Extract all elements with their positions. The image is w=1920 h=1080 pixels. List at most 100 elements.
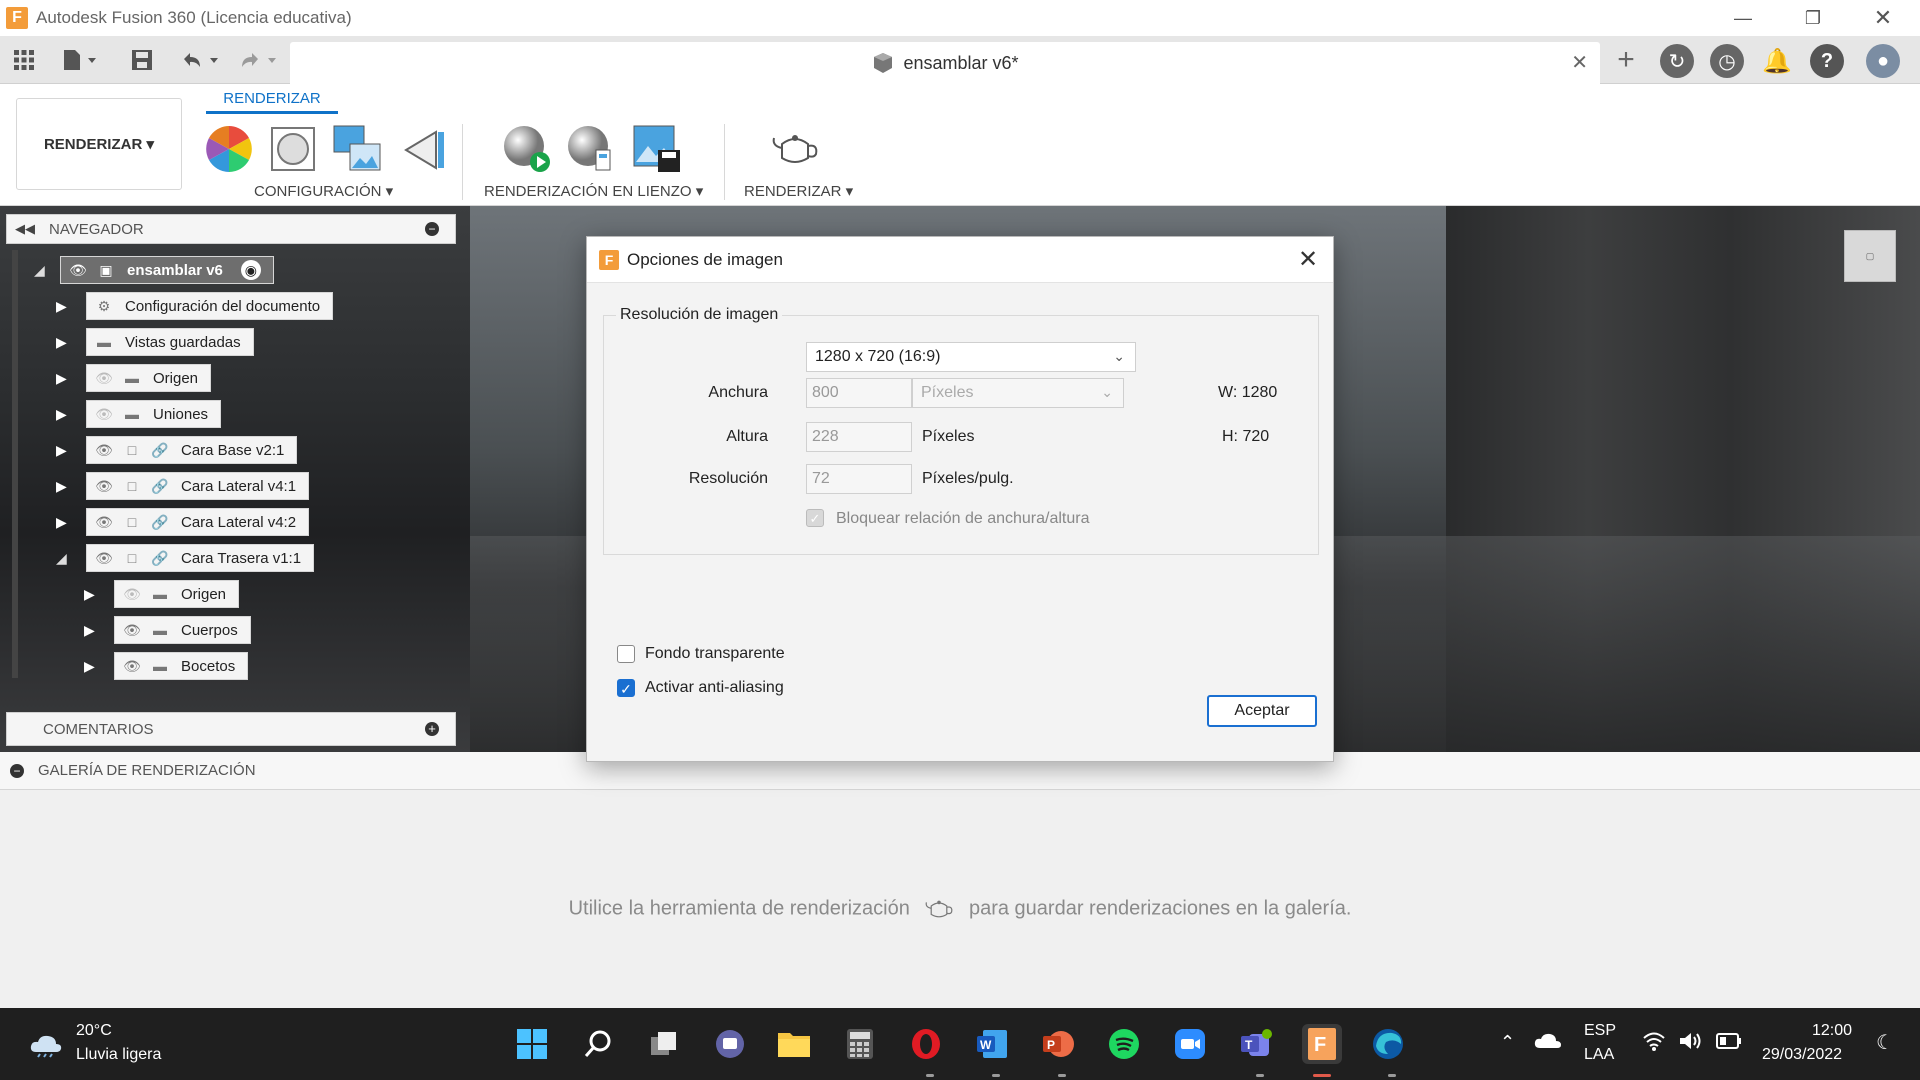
extensions-icon[interactable]: ↻ — [1660, 44, 1694, 78]
tree-node[interactable]: 👁 ▬ Uniones — [86, 400, 222, 428]
rain-cloud-icon[interactable] — [28, 1030, 64, 1058]
tree-node[interactable]: 👁 □ 🔗 Cara Lateral v4:1 — [86, 472, 310, 500]
texture-map-icon[interactable] — [332, 124, 382, 174]
fusion360-app-icon[interactable]: F — [1302, 1024, 1342, 1064]
wifi-icon[interactable] — [1642, 1030, 1666, 1057]
hidden-eye-icon[interactable]: 👁 — [93, 404, 115, 424]
collapse-arrow-icon[interactable]: ◢ — [56, 549, 70, 567]
search-icon[interactable] — [578, 1024, 618, 1064]
visibility-eye-icon[interactable]: 👁 — [121, 620, 143, 640]
tree-row[interactable]: ▶ 👁 ▬ Cuerpos — [84, 616, 251, 644]
in-canvas-render-icon[interactable] — [502, 124, 552, 174]
visibility-eye-icon[interactable]: 👁 — [67, 260, 89, 280]
resolution-input[interactable]: 72 — [806, 464, 912, 494]
clock-date[interactable]: 29/03/2022 — [1762, 1046, 1842, 1064]
tree-node[interactable]: 👁 ▬ Origen — [114, 580, 240, 608]
document-tab[interactable]: ensamblar v6* ✕ — [290, 42, 1600, 84]
group-renderizacion-en-lienzo[interactable]: RENDERIZACIÓN EN LIENZO ▾ — [484, 182, 703, 200]
activate-radio-icon[interactable]: ◉ — [240, 260, 261, 280]
keyboard-layout-code[interactable]: LAA — [1584, 1046, 1614, 1064]
expand-arrow-icon[interactable]: ▶ — [84, 657, 98, 675]
weather-condition[interactable]: Lluvia ligera — [76, 1046, 161, 1064]
notifications-bell-icon[interactable]: 🔔 — [1760, 44, 1794, 78]
tree-row[interactable]: ▶ 👁 ▬ Origen — [56, 364, 212, 392]
clock-time[interactable]: 12:00 — [1812, 1022, 1852, 1040]
teams-icon[interactable]: T — [1236, 1024, 1276, 1064]
expand-arrow-icon[interactable]: ▶ — [56, 297, 70, 315]
close-window-button[interactable]: ✕ — [1848, 0, 1918, 36]
height-input[interactable]: 228 — [806, 422, 912, 452]
expand-arrow-icon[interactable]: ▶ — [56, 477, 70, 495]
scene-settings-icon[interactable] — [268, 124, 318, 174]
dialog-close-icon[interactable]: ✕ — [1293, 245, 1323, 275]
visibility-eye-icon[interactable]: 👁 — [93, 476, 115, 496]
resolution-preset-select[interactable]: 1280 x 720 (16:9) ⌄ — [806, 342, 1136, 372]
viewcube[interactable]: ▢ — [1844, 230, 1896, 282]
lock-ratio-checkbox[interactable]: ✓ — [806, 509, 824, 527]
tree-row[interactable]: ◢ 👁 □ 🔗 Cara Trasera v1:1 — [56, 544, 315, 572]
accept-button[interactable]: Aceptar — [1207, 695, 1317, 727]
volume-icon[interactable] — [1678, 1030, 1704, 1057]
word-icon[interactable]: W — [972, 1024, 1012, 1064]
group-renderizar[interactable]: RENDERIZAR ▾ — [744, 182, 853, 200]
language-code[interactable]: ESP — [1584, 1022, 1616, 1040]
add-comment-icon[interactable]: + — [425, 722, 439, 736]
tree-node[interactable]: 👁 □ 🔗 Cara Lateral v4:2 — [86, 508, 310, 536]
tree-node[interactable]: 👁 □ 🔗 Cara Trasera v1:1 — [86, 544, 315, 572]
antialiasing-checkbox[interactable]: ✓ — [617, 679, 635, 697]
expand-arrow-icon[interactable]: ◢ — [34, 261, 48, 279]
task-view-icon[interactable] — [644, 1024, 684, 1064]
file-explorer-icon[interactable] — [774, 1024, 814, 1064]
tree-row[interactable]: ▶ 👁 ▬ Uniones — [56, 400, 222, 428]
capture-image-icon[interactable] — [632, 124, 682, 174]
tree-node[interactable]: 👁 ▬ Cuerpos — [114, 616, 251, 644]
hidden-eye-icon[interactable]: 👁 — [121, 584, 143, 604]
collapse-panel-icon[interactable]: ◀◀ — [15, 221, 35, 237]
expand-arrow-icon[interactable]: ▶ — [84, 621, 98, 639]
powerpoint-icon[interactable]: P — [1038, 1024, 1078, 1064]
spotify-icon[interactable] — [1104, 1024, 1144, 1064]
new-tab-plus-icon[interactable]: + — [1612, 43, 1640, 76]
onedrive-cloud-icon[interactable] — [1534, 1030, 1562, 1055]
windows-start-icon[interactable] — [512, 1024, 552, 1064]
group-configuracion[interactable]: CONFIGURACIÓN ▾ — [254, 182, 393, 200]
weather-temperature[interactable]: 20°C — [76, 1022, 112, 1040]
file-menu-icon[interactable] — [60, 46, 104, 74]
width-unit-select[interactable]: Píxeles ⌄ — [912, 378, 1124, 408]
tree-node[interactable]: ▬ Vistas guardadas — [86, 328, 254, 356]
tree-row[interactable]: ▶ ⚙ Configuración del documento — [56, 292, 334, 320]
tree-node-root[interactable]: 👁 ▣ ensamblar v6 ◉ — [60, 256, 274, 284]
battery-icon[interactable] — [1716, 1032, 1742, 1055]
focus-assist-moon-icon[interactable]: ☾ — [1876, 1030, 1894, 1055]
tree-row[interactable]: ▶ 👁 ▬ Bocetos — [84, 652, 249, 680]
visibility-eye-icon[interactable]: 👁 — [93, 512, 115, 532]
gallery-collapse-icon[interactable]: − — [10, 763, 24, 778]
show-hidden-icons-chevron-icon[interactable]: ⌃ — [1500, 1032, 1515, 1053]
restore-button[interactable]: ❐ — [1778, 0, 1848, 36]
opera-browser-icon[interactable] — [906, 1024, 946, 1064]
tree-row[interactable]: ▶ ▬ Vistas guardadas — [56, 328, 254, 356]
tree-row[interactable]: ▶ 👁 □ 🔗 Cara Lateral v4:2 — [56, 508, 310, 536]
tree-node[interactable]: 👁 ▬ Origen — [86, 364, 212, 392]
close-tab-icon[interactable]: ✕ — [1571, 50, 1588, 75]
tree-row-root[interactable]: ◢ 👁 ▣ ensamblar v6 ◉ — [34, 256, 274, 284]
visibility-eye-icon[interactable]: 👁 — [93, 440, 115, 460]
expand-arrow-icon[interactable]: ▶ — [56, 513, 70, 531]
redo-icon[interactable] — [236, 46, 280, 74]
zoom-icon[interactable] — [1170, 1024, 1210, 1064]
expand-arrow-icon[interactable]: ▶ — [56, 405, 70, 423]
save-icon[interactable] — [128, 46, 156, 74]
teams-chat-icon[interactable] — [710, 1024, 750, 1064]
tree-node[interactable]: 👁 □ 🔗 Cara Base v2:1 — [86, 436, 298, 464]
tree-row[interactable]: ▶ 👁 □ 🔗 Cara Base v2:1 — [56, 436, 298, 464]
transparent-background-checkbox[interactable] — [617, 645, 635, 663]
edge-browser-icon[interactable] — [1368, 1024, 1408, 1064]
width-input[interactable]: 800 — [806, 378, 912, 408]
tree-row[interactable]: ▶ 👁 ▬ Origen — [84, 580, 240, 608]
job-status-clock-icon[interactable]: ◷ — [1710, 44, 1744, 78]
visibility-eye-icon[interactable]: 👁 — [121, 656, 143, 676]
expand-arrow-icon[interactable]: ▶ — [56, 333, 70, 351]
expand-arrow-icon[interactable]: ▶ — [56, 369, 70, 387]
decal-icon[interactable] — [400, 124, 450, 174]
tree-node[interactable]: 👁 ▬ Bocetos — [114, 652, 249, 680]
